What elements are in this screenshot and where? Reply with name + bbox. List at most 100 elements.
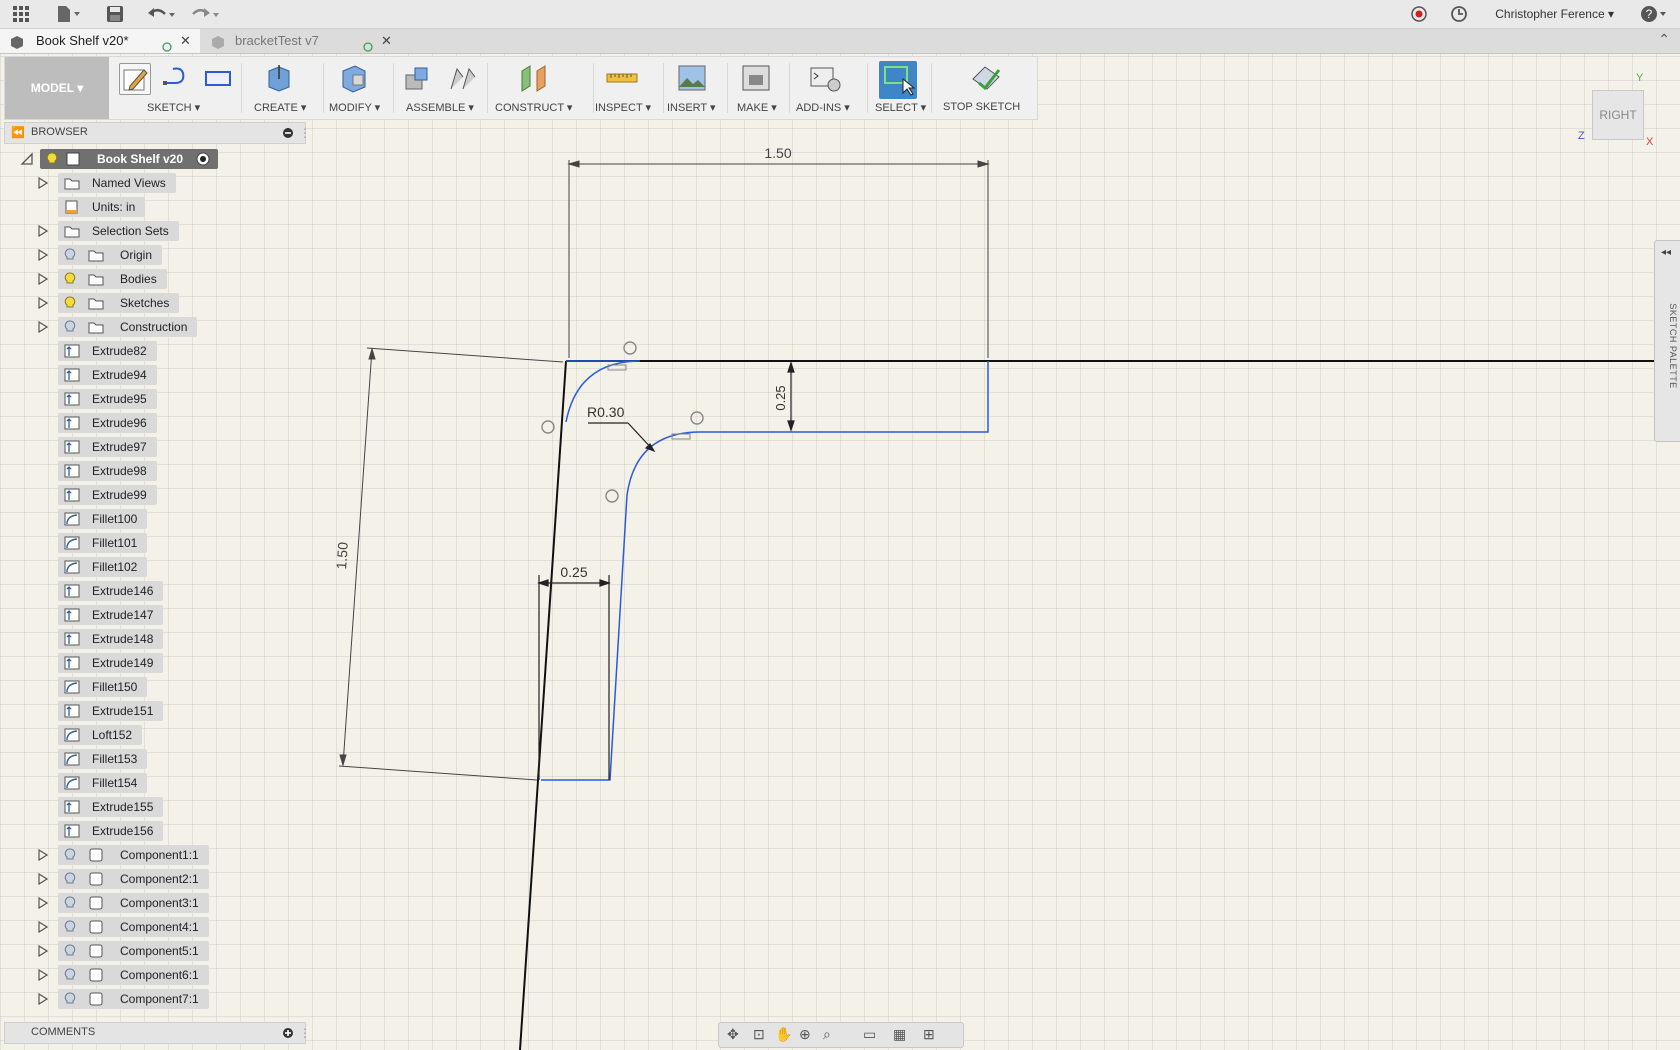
- tree-item[interactable]: Extrude82: [4, 341, 304, 361]
- create-sketch-icon[interactable]: [119, 63, 151, 95]
- tree-item[interactable]: Extrude97: [4, 437, 304, 457]
- lightbulb-on-icon[interactable]: [46, 152, 58, 169]
- add-ins-menu[interactable]: ADD-INS ▾: [796, 101, 850, 114]
- stop-sketch-button[interactable]: STOP SKETCH: [943, 101, 1020, 113]
- tree-item[interactable]: Extrude95: [4, 389, 304, 409]
- line-icon[interactable]: [161, 63, 191, 93]
- activate-radio-icon[interactable]: [196, 152, 210, 169]
- collapse-triangle-icon[interactable]: [20, 152, 34, 169]
- display-settings-icon[interactable]: ▭: [863, 1026, 876, 1043]
- inspect-menu[interactable]: INSPECT ▾: [595, 101, 651, 114]
- expand-triangle-icon[interactable]: [38, 896, 49, 912]
- panel-grip-icon[interactable]: ⋮: [299, 1026, 311, 1040]
- expand-triangle-icon[interactable]: [38, 944, 49, 960]
- tree-item[interactable]: Fillet102: [4, 557, 304, 577]
- viewports-icon[interactable]: ⊞: [923, 1026, 935, 1043]
- press-pull-icon[interactable]: [339, 63, 369, 93]
- expand-triangle-icon[interactable]: [38, 872, 49, 888]
- tree-item[interactable]: Loft152: [4, 725, 304, 745]
- tree-item[interactable]: Extrude149: [4, 653, 304, 673]
- fit-icon[interactable]: ⌕: [823, 1026, 831, 1043]
- tree-item[interactable]: Extrude146: [4, 581, 304, 601]
- lightbulb-icon[interactable]: [64, 944, 76, 961]
- select-icon[interactable]: [879, 61, 917, 99]
- create-menu[interactable]: CREATE ▾: [254, 101, 306, 114]
- zoom-icon[interactable]: ⊕: [799, 1026, 811, 1043]
- modify-menu[interactable]: MODIFY ▾: [329, 101, 380, 114]
- lightbulb-icon[interactable]: [64, 848, 76, 865]
- tree-item[interactable]: Sketches: [4, 293, 304, 313]
- tree-item[interactable]: Fillet153: [4, 749, 304, 769]
- assemble-menu[interactable]: ASSEMBLE ▾: [406, 101, 474, 114]
- expand-triangle-icon[interactable]: [38, 296, 49, 312]
- lightbulb-icon[interactable]: [64, 272, 76, 289]
- lightbulb-icon[interactable]: [64, 248, 76, 265]
- tree-item[interactable]: Extrude96: [4, 413, 304, 433]
- tree-item[interactable]: Component6:1: [4, 965, 304, 985]
- pan-icon[interactable]: ✋: [775, 1026, 792, 1043]
- new-component-icon[interactable]: [403, 63, 433, 93]
- tree-item[interactable]: Fillet154: [4, 773, 304, 793]
- extrude-icon[interactable]: [263, 63, 293, 93]
- tree-item[interactable]: Extrude155: [4, 797, 304, 817]
- tree-item[interactable]: Component3:1: [4, 893, 304, 913]
- tree-item[interactable]: Extrude98: [4, 461, 304, 481]
- expand-triangle-icon[interactable]: [38, 320, 49, 336]
- lightbulb-icon[interactable]: [64, 320, 76, 337]
- expand-triangle-icon[interactable]: [38, 248, 49, 264]
- lightbulb-icon[interactable]: [64, 992, 76, 1009]
- stop-sketch-icon[interactable]: [969, 63, 1001, 93]
- tree-item[interactable]: Extrude151: [4, 701, 304, 721]
- joint-icon[interactable]: [447, 63, 477, 93]
- expand-triangle-icon[interactable]: [38, 968, 49, 984]
- tree-item[interactable]: Extrude156: [4, 821, 304, 841]
- tree-root[interactable]: Book Shelf v20: [4, 149, 304, 169]
- tree-item[interactable]: Fillet100: [4, 509, 304, 529]
- collapse-browser-icon[interactable]: ⏪: [11, 126, 25, 139]
- tree-item[interactable]: Fillet101: [4, 533, 304, 553]
- lightbulb-icon[interactable]: [64, 296, 76, 313]
- minimize-icon[interactable]: [283, 127, 293, 141]
- expand-triangle-icon[interactable]: [38, 224, 49, 240]
- tree-item[interactable]: Named Views: [4, 173, 304, 193]
- lightbulb-icon[interactable]: [64, 872, 76, 889]
- tree-item[interactable]: Bodies: [4, 269, 304, 289]
- tree-item[interactable]: Component5:1: [4, 941, 304, 961]
- lightbulb-icon[interactable]: [64, 920, 76, 937]
- tree-item[interactable]: Fillet150: [4, 677, 304, 697]
- tree-item[interactable]: Extrude148: [4, 629, 304, 649]
- add-comment-icon[interactable]: [283, 1027, 293, 1041]
- sketch-menu[interactable]: SKETCH ▾: [147, 101, 200, 114]
- viewcube[interactable]: RIGHT Y Z X: [1578, 72, 1666, 156]
- select-menu[interactable]: SELECT ▾: [875, 101, 926, 114]
- measure-icon[interactable]: [605, 63, 638, 93]
- tree-item[interactable]: Component2:1: [4, 869, 304, 889]
- tree-item[interactable]: Selection Sets: [4, 221, 304, 241]
- viewcube-face[interactable]: RIGHT: [1592, 90, 1644, 140]
- lightbulb-icon[interactable]: [64, 968, 76, 985]
- tree-item[interactable]: Extrude99: [4, 485, 304, 505]
- tree-item[interactable]: Units: in: [4, 197, 304, 217]
- 3d-print-icon[interactable]: [741, 63, 771, 93]
- expand-triangle-icon[interactable]: [38, 992, 49, 1008]
- look-at-icon[interactable]: ⊡: [753, 1026, 765, 1043]
- tree-item[interactable]: Component4:1: [4, 917, 304, 937]
- insert-menu[interactable]: INSERT ▾: [667, 101, 716, 114]
- offset-plane-icon[interactable]: [519, 63, 549, 93]
- tree-item[interactable]: Extrude147: [4, 605, 304, 625]
- expand-triangle-icon[interactable]: [38, 920, 49, 936]
- sketch-palette-tab[interactable]: ◂◂ SKETCH PALETTE: [1654, 240, 1680, 442]
- tree-item[interactable]: Origin: [4, 245, 304, 265]
- tree-item[interactable]: Extrude94: [4, 365, 304, 385]
- tree-item[interactable]: Component7:1: [4, 989, 304, 1009]
- tree-item[interactable]: Component1:1: [4, 845, 304, 865]
- grid-settings-icon[interactable]: ▦: [893, 1026, 906, 1043]
- expand-palette-icon[interactable]: ◂◂: [1661, 247, 1671, 258]
- orbit-icon[interactable]: ✥: [727, 1026, 739, 1043]
- expand-triangle-icon[interactable]: [38, 176, 49, 192]
- workspace-switcher[interactable]: MODEL ▾: [5, 57, 109, 119]
- insert-image-icon[interactable]: [677, 63, 707, 93]
- scripts-icon[interactable]: [809, 63, 841, 93]
- panel-grip-icon[interactable]: ⋮: [299, 126, 311, 140]
- rectangle-icon[interactable]: [203, 63, 233, 93]
